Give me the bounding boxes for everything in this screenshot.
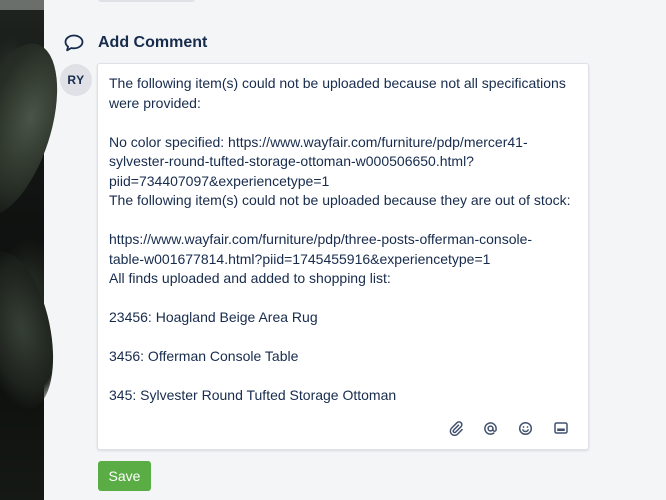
paperclip-icon[interactable]	[438, 419, 473, 437]
save-button[interactable]: Save	[98, 461, 151, 491]
emoji-icon[interactable]	[508, 419, 543, 437]
comment-line: 23456: Hoagland Beige Area Rug	[109, 309, 318, 325]
background-photo	[0, 0, 76, 500]
background-leaf	[0, 244, 66, 416]
avatar-initials: RY	[67, 73, 85, 87]
comment-line	[109, 367, 585, 387]
avatar[interactable]: RY	[60, 64, 92, 96]
comment-line	[109, 328, 585, 348]
comment-line: 345: Sylvester Round Tufted Storage Otto…	[109, 387, 397, 403]
comment-line: All finds uploaded and added to shopping…	[109, 270, 391, 286]
comment-line	[109, 113, 585, 133]
comment-line	[109, 289, 585, 309]
comment-line: 3456: Offerman Console Table	[109, 348, 299, 364]
comment-line: were provided:	[109, 94, 201, 111]
section-title: Add Comment	[98, 34, 208, 51]
comment-line: table-w001677814.html?piid=1745455916&ex…	[109, 250, 491, 267]
comment-icon	[63, 33, 85, 53]
add-comment-header: Add Comment	[63, 33, 207, 53]
card-icon[interactable]	[543, 419, 578, 437]
comment-line: The following item(s) could not be uploa…	[109, 192, 571, 208]
background-topbar	[0, 0, 44, 10]
comment-line: No color specified: https://www.wayfair.…	[109, 133, 528, 150]
comment-input[interactable]: The following item(s) could not be uploa…	[97, 63, 589, 450]
comment-toolbar	[438, 419, 578, 437]
comment-line	[109, 211, 585, 231]
comment-line: https://www.wayfair.com/furniture/pdp/th…	[109, 231, 533, 247]
comment-text[interactable]: The following item(s) could not be uploa…	[109, 74, 585, 406]
card-comment-panel: Add Comment RY The following item(s) cou…	[0, 0, 666, 500]
comment-line: sylvester-round-tufted-storage-ottoman-w…	[109, 153, 474, 169]
comment-line: The following item(s) could not be uploa…	[109, 75, 566, 91]
background-leaf	[0, 32, 76, 228]
mention-icon[interactable]	[473, 419, 508, 437]
comment-line: piid=734407097&experiencetype=1	[109, 172, 330, 189]
previous-section-edge	[98, 0, 195, 2]
